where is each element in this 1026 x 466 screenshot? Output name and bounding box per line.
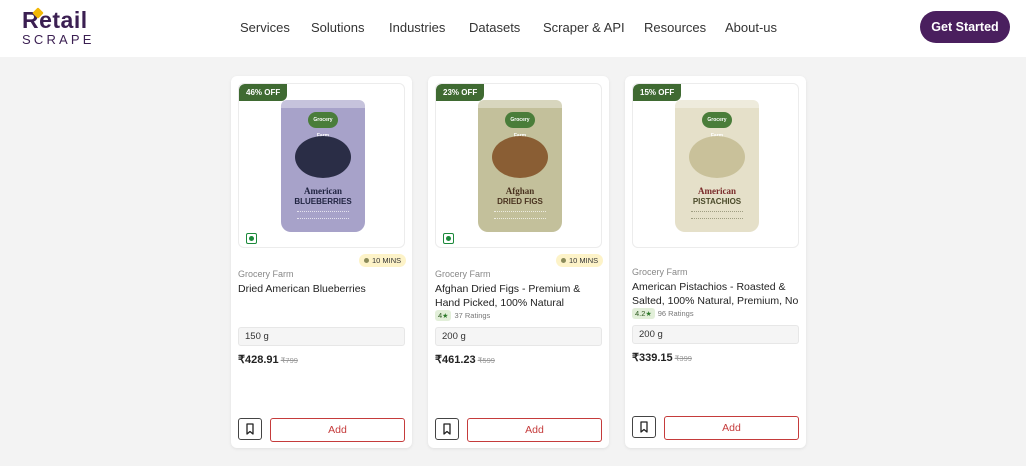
delivery-time-text: 10 MINS <box>569 256 599 265</box>
add-to-cart-button[interactable]: Add <box>270 418 405 442</box>
product-image[interactable]: Grocery Farm American PISTACHIOS 15% OFF <box>632 83 799 248</box>
rating-value: 4.2 <box>635 309 646 318</box>
product-title[interactable]: American Pistachios - Roasted & Salted, … <box>632 280 802 308</box>
pack-seal <box>675 100 759 108</box>
pack-label-line1: Afghan <box>505 186 535 196</box>
pack-detail-lines <box>297 211 349 219</box>
product-title[interactable]: Dried American Blueberries <box>238 282 408 296</box>
product-brand: Grocery Farm <box>632 267 688 277</box>
discount-badge: 15% OFF <box>633 84 682 101</box>
bookmark-button[interactable] <box>435 418 459 440</box>
delivery-time-badge: 10 MINS <box>556 254 604 267</box>
product-price: ₹428.91 ₹799 <box>238 353 298 366</box>
retail-scrape-logo[interactable]: Retail SCRAPE <box>22 7 102 49</box>
quantity-selector[interactable]: 200 g <box>435 327 602 346</box>
nav-item-solutions[interactable]: Solutions <box>311 20 364 35</box>
price-current: ₹339.15 <box>632 352 673 364</box>
product-pack-image: Grocery Farm American PISTACHIOS <box>675 100 759 232</box>
pack-brand-logo: Grocery Farm <box>308 112 338 139</box>
product-brand: Grocery Farm <box>435 269 491 279</box>
bookmark-button[interactable] <box>238 418 262 440</box>
nav-item-industries[interactable]: Industries <box>389 20 445 35</box>
product-pack-image: Grocery Farm Afghan DRIED FIGS <box>478 100 562 232</box>
quantity-selector[interactable]: 150 g <box>238 327 405 346</box>
pack-brand-logo: Grocery Farm <box>702 112 732 139</box>
pack-label-line2: PISTACHIOS <box>692 197 742 206</box>
nav-item-resources[interactable]: Resources <box>644 20 706 35</box>
bookmark-icon <box>443 423 451 435</box>
bookmark-button[interactable] <box>632 416 656 438</box>
get-started-button[interactable]: Get Started <box>920 11 1010 43</box>
clock-icon <box>364 258 369 263</box>
pack-label-line1: American <box>698 186 736 196</box>
rating-count: 96 Ratings <box>657 309 694 318</box>
price-mrp: ₹599 <box>477 356 495 365</box>
pack-brand-logo: Grocery Farm <box>505 112 535 139</box>
pack-detail-lines <box>691 211 743 219</box>
delivery-time-text: 10 MINS <box>372 256 402 265</box>
product-card[interactable]: Grocery Farm American PISTACHIOS 15% OFF… <box>625 76 806 448</box>
star-icon: ★ <box>645 311 652 318</box>
bookmark-icon <box>640 421 648 433</box>
product-image[interactable]: Grocery Farm American BLUEBERRIES 46% OF… <box>238 83 405 248</box>
discount-badge: 46% OFF <box>239 84 288 101</box>
nav-item-about-us[interactable]: About-us <box>725 20 777 35</box>
rating-badge: 4★ <box>435 310 452 321</box>
star-icon: ★ <box>442 313 449 320</box>
price-mrp: ₹399 <box>674 354 692 363</box>
top-navbar: Retail SCRAPE Services Solutions Industr… <box>0 0 1026 57</box>
discount-badge: 23% OFF <box>436 84 485 101</box>
rating-count: 37 Ratings <box>454 311 491 320</box>
product-image[interactable]: Grocery Farm Afghan DRIED FIGS 23% OFF <box>435 83 602 248</box>
price-current: ₹428.91 <box>238 354 279 366</box>
veg-icon <box>443 233 454 244</box>
product-brand: Grocery Farm <box>238 269 294 279</box>
pack-label-line2: BLUEBERRIES <box>294 197 352 206</box>
pack-detail-lines <box>494 211 546 219</box>
product-price: ₹339.15 ₹399 <box>632 351 692 364</box>
add-to-cart-button[interactable]: Add <box>467 418 602 442</box>
logo-text-bottom: SCRAPE <box>22 32 95 47</box>
product-rating: 4★ 37 Ratings <box>435 310 490 321</box>
product-card[interactable]: Grocery Farm American BLUEBERRIES 46% OF… <box>231 76 412 448</box>
pack-fruit-graphic <box>689 136 745 178</box>
product-price: ₹461.23 ₹599 <box>435 353 495 366</box>
price-current: ₹461.23 <box>435 354 476 366</box>
pack-fruit-graphic <box>295 136 351 178</box>
price-mrp: ₹799 <box>280 356 298 365</box>
quantity-selector[interactable]: 200 g <box>632 325 799 344</box>
pack-seal <box>281 100 365 108</box>
rating-badge: 4.2★ <box>632 308 655 319</box>
clock-icon <box>561 258 566 263</box>
pack-label-line2: DRIED FIGS <box>497 197 543 206</box>
pack-fruit-graphic <box>492 136 548 178</box>
nav-item-datasets[interactable]: Datasets <box>469 20 520 35</box>
bookmark-icon <box>246 423 254 435</box>
product-card[interactable]: Grocery Farm Afghan DRIED FIGS 23% OFF 1… <box>428 76 609 448</box>
veg-icon <box>246 233 257 244</box>
product-rating: 4.2★ 96 Ratings <box>632 308 694 319</box>
add-to-cart-button[interactable]: Add <box>664 416 799 440</box>
delivery-time-badge: 10 MINS <box>359 254 407 267</box>
product-title[interactable]: Afghan Dried Figs - Premium & Hand Picke… <box>435 282 605 310</box>
product-pack-image: Grocery Farm American BLUEBERRIES <box>281 100 365 232</box>
nav-item-scraper-api[interactable]: Scraper & API <box>543 20 625 35</box>
nav-item-services[interactable]: Services <box>240 20 290 35</box>
pack-label-line1: American <box>304 186 342 196</box>
pack-seal <box>478 100 562 108</box>
